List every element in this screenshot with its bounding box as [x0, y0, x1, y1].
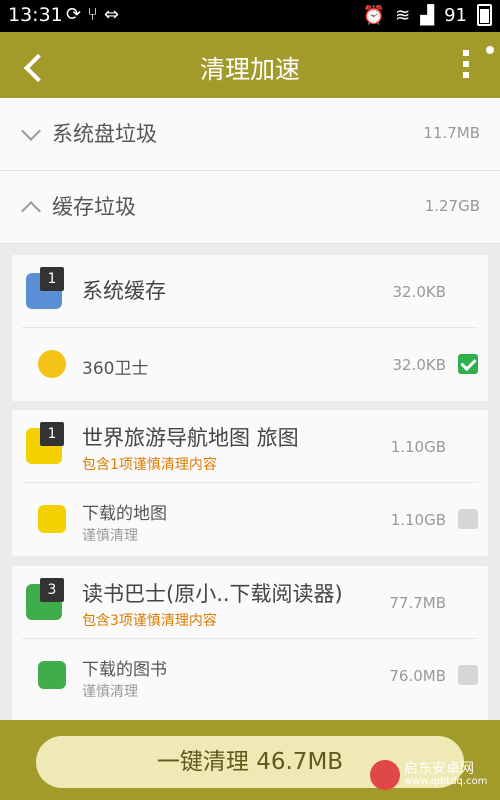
watermark-name: 启东安卓网: [404, 761, 474, 777]
app-row[interactable]: 3 读书巴士(原小..下载阅读器) 包含3项谨慎清理内容 77.7MB: [22, 566, 478, 639]
item-size: 1.10GB: [390, 511, 446, 529]
status-right-icons: ⏰ ≋ ▟ 91: [363, 4, 492, 26]
chevron-down-icon: [21, 121, 41, 141]
status-left-icons: ⟳⑂⇔: [66, 4, 125, 25]
notification-dot: [486, 46, 494, 54]
cache-card-travel-map: 1 世界旅游导航地图 旅图 包含1项谨慎清理内容 1.10GB 下载的地图 谨慎…: [12, 410, 488, 556]
app-name: 系统缓存: [82, 279, 166, 303]
item-count-badge: 1: [40, 267, 64, 291]
app-warning: 包含3项谨慎清理内容: [82, 613, 217, 629]
app-name: 读书巴士(原小..下载阅读器): [82, 582, 343, 606]
sync-icon: ⟳: [66, 4, 88, 25]
group-size: 11.7MB: [423, 124, 480, 142]
cache-card-book-reader: 3 读书巴士(原小..下载阅读器) 包含3项谨慎清理内容 77.7MB 下载的图…: [12, 566, 488, 720]
360-guard-icon: [38, 350, 66, 378]
watermark-url: www.qdltdq.com: [404, 776, 488, 787]
cache-item[interactable]: 360卫士 32.0KB: [22, 328, 478, 400]
book-reader-icon: [38, 661, 66, 689]
more-options-button[interactable]: [456, 46, 476, 86]
item-count-badge: 3: [40, 578, 64, 602]
group-label: 缓存垃圾: [52, 195, 136, 219]
app-size: 1.10GB: [390, 438, 446, 456]
item-checkbox[interactable]: [458, 354, 478, 374]
cache-item[interactable]: 下载的图书 谨慎清理 76.0MB: [22, 639, 478, 711]
item-size: 76.0MB: [389, 667, 446, 685]
app-header: 清理加速: [0, 32, 500, 102]
usb-share-icon: ⑂: [87, 4, 104, 25]
cache-card-system: 1 系统缓存 32.0KB 360卫士 32.0KB: [12, 255, 488, 401]
app-size: 32.0KB: [392, 283, 446, 301]
app-row[interactable]: 1 系统缓存 32.0KB: [22, 255, 478, 328]
item-count-badge: 1: [40, 422, 64, 446]
battery-icon: [477, 4, 492, 26]
chevron-up-icon: [21, 201, 41, 221]
group-system-junk[interactable]: 系统盘垃圾 11.7MB: [0, 98, 500, 171]
item-checkbox[interactable]: [458, 509, 478, 529]
app-name: 世界旅游导航地图 旅图: [82, 426, 299, 450]
status-bar: 13:31 ⟳⑂⇔ ⏰ ≋ ▟ 91: [0, 0, 500, 32]
item-caution: 谨慎清理: [82, 528, 138, 544]
watermark-logo-icon: [370, 760, 400, 790]
usb-icon: ⇔: [103, 4, 125, 25]
item-checkbox[interactable]: [458, 665, 478, 685]
alarm-icon: ⏰: [362, 4, 386, 26]
item-name: 360卫士: [82, 359, 149, 379]
status-time: 13:31: [8, 4, 63, 26]
cache-item[interactable]: 下载的地图 谨慎清理 1.10GB: [22, 483, 478, 555]
app-warning: 包含1项谨慎清理内容: [82, 457, 217, 473]
page-title: 清理加速: [199, 55, 300, 84]
watermark: 启东安卓网 www.qdltdq.com: [370, 756, 494, 796]
group-label: 系统盘垃圾: [52, 122, 157, 146]
group-cache-junk[interactable]: 缓存垃圾 1.27GB: [0, 171, 500, 244]
signal-icon: ▟: [420, 4, 435, 26]
item-name: 下载的地图: [82, 504, 167, 524]
app-row[interactable]: 1 世界旅游导航地图 旅图 包含1项谨慎清理内容 1.10GB: [22, 410, 478, 483]
item-size: 32.0KB: [392, 356, 446, 374]
group-size: 1.27GB: [424, 197, 480, 215]
item-name: 下载的图书: [82, 660, 167, 680]
battery-level: 91: [444, 4, 467, 26]
app-size: 77.7MB: [389, 594, 446, 612]
travel-map-icon: [38, 505, 66, 533]
item-caution: 谨慎清理: [82, 684, 138, 700]
wifi-icon: ≋: [395, 4, 411, 26]
